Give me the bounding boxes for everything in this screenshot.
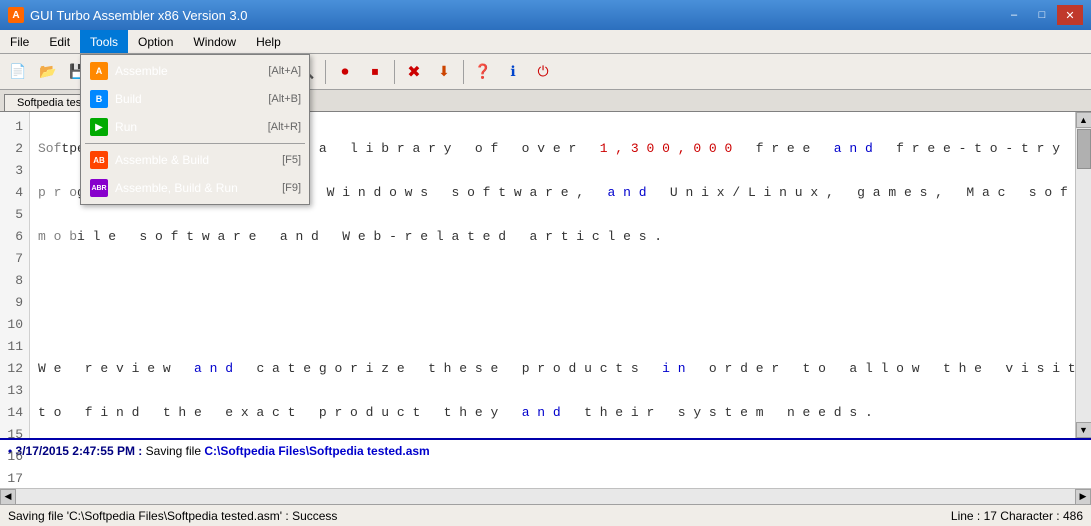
run-shortcut: [Alt+R]: [268, 121, 301, 133]
new-button[interactable]: 📄: [4, 58, 32, 86]
app-icon: A: [8, 7, 24, 23]
menu-item-run[interactable]: ▶ Run [Alt+R]: [81, 113, 309, 141]
menu-window[interactable]: Window: [183, 30, 246, 53]
horizontal-scrollbar: ◀ ▶: [0, 488, 1091, 504]
assemble-label: Assemble: [115, 64, 262, 78]
log-timestamp: 3/17/2015 2:47:55 PM :: [16, 444, 143, 458]
open-button[interactable]: 📂: [34, 58, 62, 86]
build-icon: B: [89, 89, 109, 109]
scroll-down-button[interactable]: ▼: [1076, 422, 1091, 438]
vertical-scrollbar: ▲ ▼: [1075, 112, 1091, 438]
scroll-up-button[interactable]: ▲: [1076, 112, 1091, 128]
run2-button[interactable]: ⏺: [331, 58, 359, 86]
menu-option[interactable]: Option: [128, 30, 183, 53]
scroll-right-button[interactable]: ▶: [1075, 489, 1091, 505]
assemble-shortcut: [Alt+A]: [268, 65, 301, 77]
build-label: Build: [115, 92, 262, 106]
stop-button[interactable]: ⏹: [361, 58, 389, 86]
log-path: C:\Softpedia Files\Softpedia tested.asm: [204, 444, 429, 458]
title-bar-left: A GUI Turbo Assembler x86 Version 3.0: [8, 7, 248, 23]
menu-help[interactable]: Help: [246, 30, 291, 53]
menu-separator: [85, 143, 305, 144]
log-entry-1: • 3/17/2015 2:47:55 PM : Saving file C:\…: [8, 444, 1083, 458]
editor-line-6: W e r e v i e w a n d c a t e g o r i z …: [38, 358, 1067, 380]
editor-line-4: [38, 270, 1067, 292]
tools-dropdown: A Assemble [Alt+A] B Build [Alt+B] ▶ Run…: [80, 54, 310, 205]
info-button[interactable]: ℹ: [499, 58, 527, 86]
goto-button[interactable]: ⬇: [430, 58, 458, 86]
window-controls: – □ ✕: [1001, 5, 1083, 25]
menu-item-assemble-build-run[interactable]: ABR Assemble, Build & Run [F9]: [81, 174, 309, 202]
run-label: Run: [115, 120, 262, 134]
title-bar: A GUI Turbo Assembler x86 Version 3.0 – …: [0, 0, 1091, 30]
assemble-build-run-icon: ABR: [89, 178, 109, 198]
status-message: Saving file 'C:\Softpedia Files\Softpedi…: [8, 509, 337, 523]
toolbar-sep-5: [463, 60, 464, 84]
log-message: Saving file C:\Softpedia Files\Softpedia…: [146, 444, 430, 458]
log-area: • 3/17/2015 2:47:55 PM : Saving file C:\…: [0, 438, 1091, 488]
assemble-build-label: Assemble & Build: [115, 153, 276, 167]
menu-file[interactable]: File: [0, 30, 39, 53]
scrollbar-track[interactable]: [1076, 128, 1091, 422]
menu-edit[interactable]: Edit: [39, 30, 80, 53]
status-position: Line : 17 Character : 486: [951, 509, 1083, 523]
power-button[interactable]: ⏻: [529, 58, 557, 86]
assemble-build-shortcut: [F5]: [282, 154, 301, 166]
menu-bar: File Edit Tools A Assemble [Alt+A] B Bui…: [0, 30, 1091, 54]
line-numbers: 1 2 3 4 5 6 7 8 9 10 11 12 13 14 15 16 1…: [0, 112, 30, 438]
minimize-button[interactable]: –: [1001, 5, 1027, 25]
window-title: GUI Turbo Assembler x86 Version 3.0: [30, 8, 248, 23]
debug-button[interactable]: ✖: [400, 58, 428, 86]
editor-line-5: [38, 314, 1067, 336]
assemble-build-run-shortcut: [F9]: [282, 182, 301, 194]
assemble-build-icon: AB: [89, 150, 109, 170]
menu-tools[interactable]: Tools A Assemble [Alt+A] B Build [Alt+B]…: [80, 30, 128, 53]
toolbar-sep-3: [325, 60, 326, 84]
scrollbar-thumb[interactable]: [1077, 129, 1091, 169]
scroll-left-button[interactable]: ◀: [0, 489, 16, 505]
status-bar: Saving file 'C:\Softpedia Files\Softpedi…: [0, 504, 1091, 526]
menu-item-build[interactable]: B Build [Alt+B]: [81, 85, 309, 113]
run-icon: ▶: [89, 117, 109, 137]
assemble-icon: A: [89, 61, 109, 81]
maximize-button[interactable]: □: [1029, 5, 1055, 25]
menu-item-assemble-build[interactable]: AB Assemble & Build [F5]: [81, 146, 309, 174]
h-scrollbar-track[interactable]: [16, 489, 1075, 504]
assemble-build-run-label: Assemble, Build & Run: [115, 181, 276, 195]
menu-item-assemble[interactable]: A Assemble [Alt+A]: [81, 57, 309, 85]
close-button[interactable]: ✕: [1057, 5, 1083, 25]
editor-line-7: t o f i n d t h e e x a c t p r o d u c …: [38, 402, 1067, 424]
build-shortcut: [Alt+B]: [268, 93, 301, 105]
help-button[interactable]: ❓: [469, 58, 497, 86]
editor-line-3: m o bi l e s o f t w a r e a n d W e b -…: [38, 226, 1067, 248]
toolbar-sep-4: [394, 60, 395, 84]
